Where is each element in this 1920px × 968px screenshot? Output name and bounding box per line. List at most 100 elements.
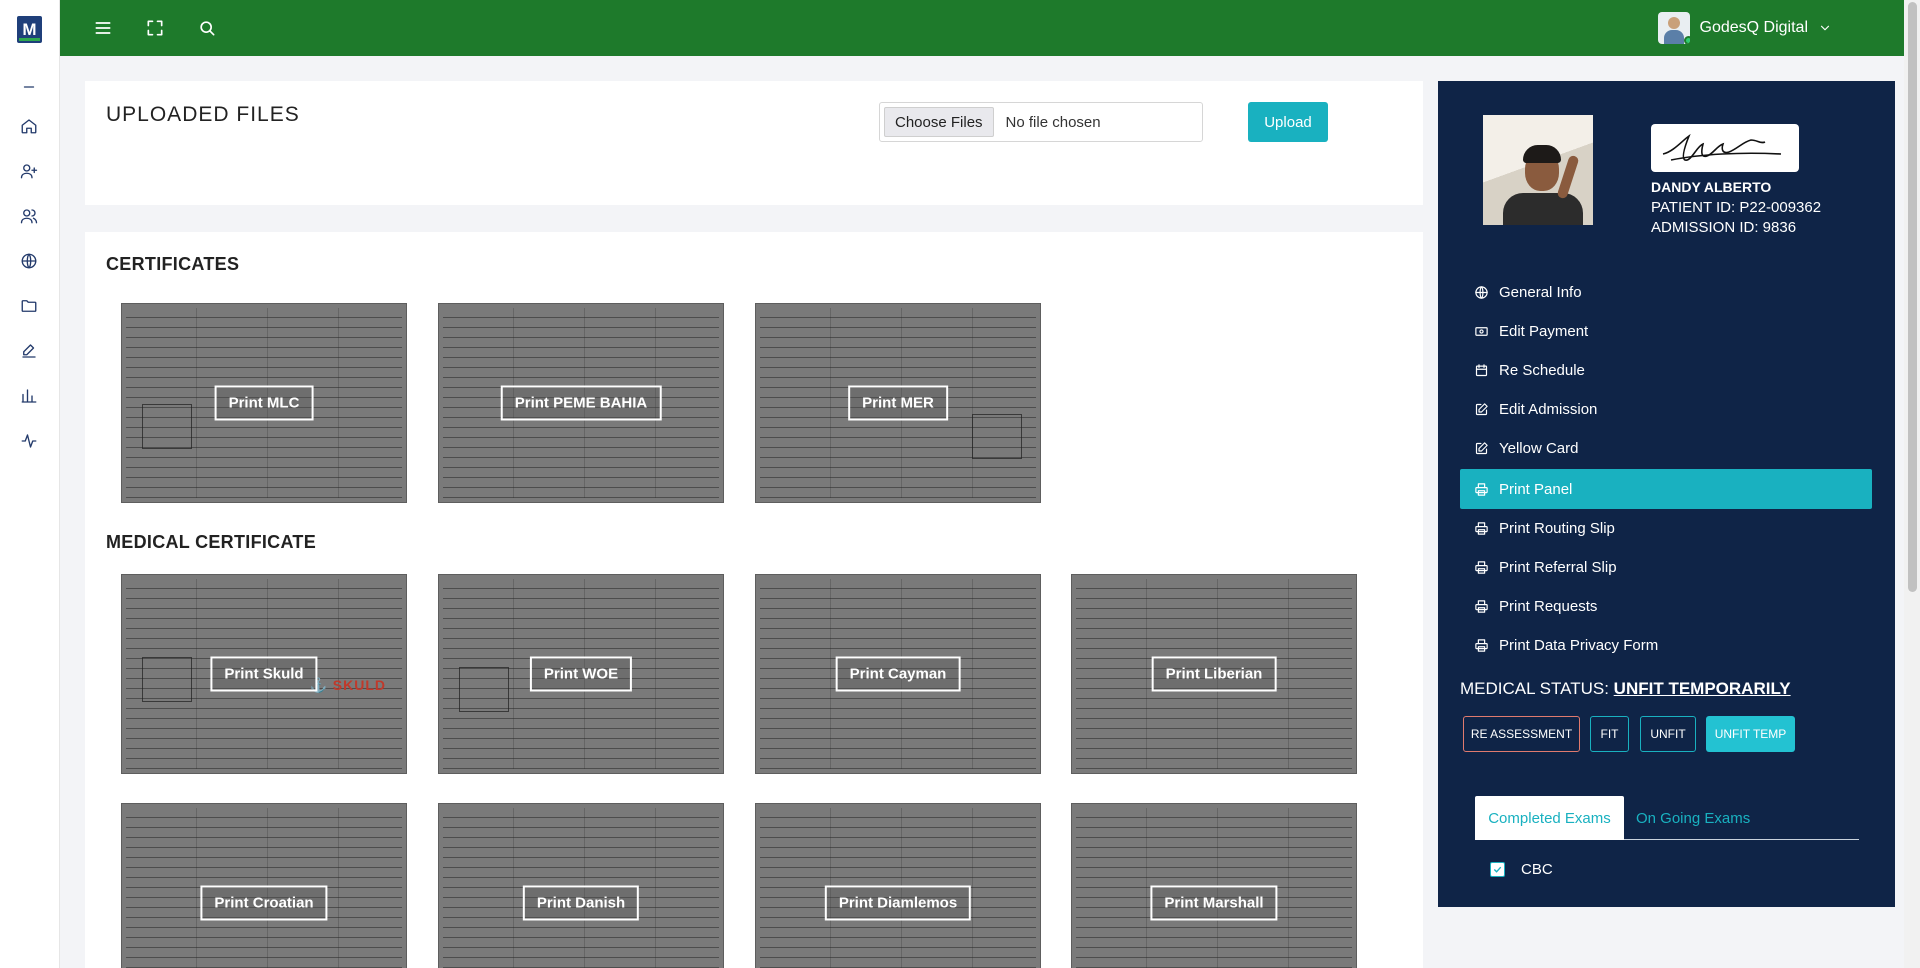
patient-id: PATIENT ID: P22-009362 [1651,199,1822,216]
certificates-title: CERTIFICATES [106,254,240,274]
certificate-thumbnail[interactable]: Print MLC [121,303,407,503]
edit-icon [1475,441,1488,454]
fit-button[interactable]: FIT [1590,716,1629,752]
edit-icon [1475,402,1488,415]
skuld-logo: ⚓ SKULD [309,677,386,693]
printer-icon [1475,638,1488,652]
menu-print-requests[interactable]: Print Requests [1460,586,1872,626]
search-icon[interactable] [195,16,219,40]
unfit-button[interactable]: UNFIT [1640,716,1696,752]
file-status-text: No file chosen [1005,113,1101,131]
unfit-temp-button[interactable]: UNFIT TEMP [1706,716,1795,752]
scrollbar-thumb[interactable] [1908,2,1917,592]
fullscreen-icon[interactable] [143,16,167,40]
menu-print-routing-slip[interactable]: Print Routing Slip [1460,508,1872,548]
print-woe-button[interactable]: Print WOE [529,656,633,692]
tab-completed-exams[interactable]: Completed Exams [1475,796,1624,840]
menu-icon[interactable] [91,16,115,40]
certificate-thumbnail[interactable]: Print Liberian [1071,574,1357,774]
top-bar: GodesQ Digital [60,0,1904,56]
patient-panel: DANDY ALBERTO PATIENT ID: P22-009362 ADM… [1438,81,1895,907]
globe-icon[interactable] [18,250,40,272]
online-status-icon [1683,36,1690,44]
exam-label: CBC [1521,861,1553,878]
user-menu[interactable]: GodesQ Digital [1657,12,1833,44]
menu-general-info[interactable]: General Info [1460,272,1872,312]
page-scrollbar[interactable] [1904,0,1920,968]
menu-re-schedule[interactable]: Re Schedule [1460,350,1872,390]
exam-checkbox[interactable] [1490,862,1505,877]
re-assessment-button[interactable]: RE ASSESSMENT [1463,716,1580,752]
certificate-thumbnail[interactable]: Print Diamlemos [755,803,1041,968]
check-icon [1493,866,1502,873]
menu-label: Edit Payment [1499,322,1589,340]
bar-chart-icon[interactable] [18,385,40,407]
print-danish-button[interactable]: Print Danish [522,885,640,921]
menu-label: Re Schedule [1499,361,1585,379]
choose-files-button[interactable]: Choose Files [884,107,994,137]
patient-signature [1651,124,1799,172]
exam-tabs: Completed Exams On Going Exams [1475,796,1859,840]
print-peme-bahia-button[interactable]: Print PEME BAHIA [500,385,662,421]
print-diamlemos-button[interactable]: Print Diamlemos [824,885,972,921]
menu-print-referral-slip[interactable]: Print Referral Slip [1460,547,1872,587]
tab-on-going-exams[interactable]: On Going Exams [1636,796,1750,840]
printer-icon [1475,599,1488,613]
menu-edit-admission[interactable]: Edit Admission [1460,389,1872,429]
avatar [1657,12,1690,44]
certificate-thumbnail[interactable]: Print PEME BAHIA [438,303,724,503]
home-icon[interactable] [18,115,40,137]
menu-label: Print Routing Slip [1499,519,1615,537]
certificate-thumbnail[interactable]: Print Marshall [1071,803,1357,968]
medical-status: MEDICAL STATUS: UNFIT TEMPORARILY [1460,679,1791,699]
add-user-icon[interactable] [18,160,40,182]
admission-id: ADMISSION ID: 9836 [1651,219,1797,236]
user-name: GodesQ Digital [1699,19,1809,36]
print-liberian-button[interactable]: Print Liberian [1151,656,1277,692]
menu-edit-payment[interactable]: Edit Payment [1460,311,1872,351]
menu-print-data-privacy-form[interactable]: Print Data Privacy Form [1460,625,1872,665]
app-logo[interactable]: M [17,16,42,43]
print-mlc-button[interactable]: Print MLC [214,385,314,421]
file-input[interactable]: Choose Files No file chosen [879,102,1203,142]
printer-icon [1475,521,1488,535]
printer-icon [1475,560,1488,574]
chevron-down-icon [1820,25,1830,31]
folder-icon[interactable] [18,295,40,317]
menu-yellow-card[interactable]: Yellow Card [1460,428,1872,468]
certificate-thumbnail[interactable]: Print MER [755,303,1041,503]
medical-status-label: MEDICAL STATUS: [1460,679,1609,698]
certificate-thumbnail[interactable]: Print WOE [438,574,724,774]
menu-label: Print Referral Slip [1499,558,1617,576]
print-croatian-button[interactable]: Print Croatian [200,885,328,921]
menu-print-panel[interactable]: Print Panel [1460,469,1872,509]
certificate-thumbnail[interactable]: Print Cayman [755,574,1041,774]
certificate-thumbnail[interactable]: ⚓ SKULD Print Skuld [121,574,407,774]
globe-icon [1475,285,1488,299]
patient-photo [1483,115,1593,225]
side-rail: M [0,0,60,968]
upload-card: UPLOADED FILES Choose Files No file chos… [85,81,1423,205]
menu-label: Edit Admission [1499,400,1598,418]
edit-icon[interactable] [18,340,40,362]
certificate-thumbnail[interactable]: Print Danish [438,803,724,968]
users-icon[interactable] [18,205,40,227]
print-mer-button[interactable]: Print MER [848,385,948,421]
menu-label: Print Panel [1499,480,1573,498]
activity-icon[interactable] [18,430,40,452]
upload-title: UPLOADED FILES [106,103,300,126]
certificate-thumbnail[interactable]: Print Croatian [121,803,407,968]
menu-label: Yellow Card [1499,439,1579,457]
printer-icon [1475,482,1488,496]
medical-certificate-title: MEDICAL CERTIFICATE [106,532,317,552]
calendar-icon [1475,363,1488,376]
menu-label: General Info [1499,283,1582,301]
money-icon [1475,326,1488,336]
print-cayman-button[interactable]: Print Cayman [835,656,961,692]
print-skuld-button[interactable]: Print Skuld [210,656,318,692]
print-marshall-button[interactable]: Print Marshall [1150,885,1278,921]
menu-label: Print Requests [1499,597,1598,615]
exam-item[interactable]: CBC [1490,861,1553,878]
minus-icon[interactable] [18,76,40,98]
upload-button[interactable]: Upload [1248,102,1328,142]
